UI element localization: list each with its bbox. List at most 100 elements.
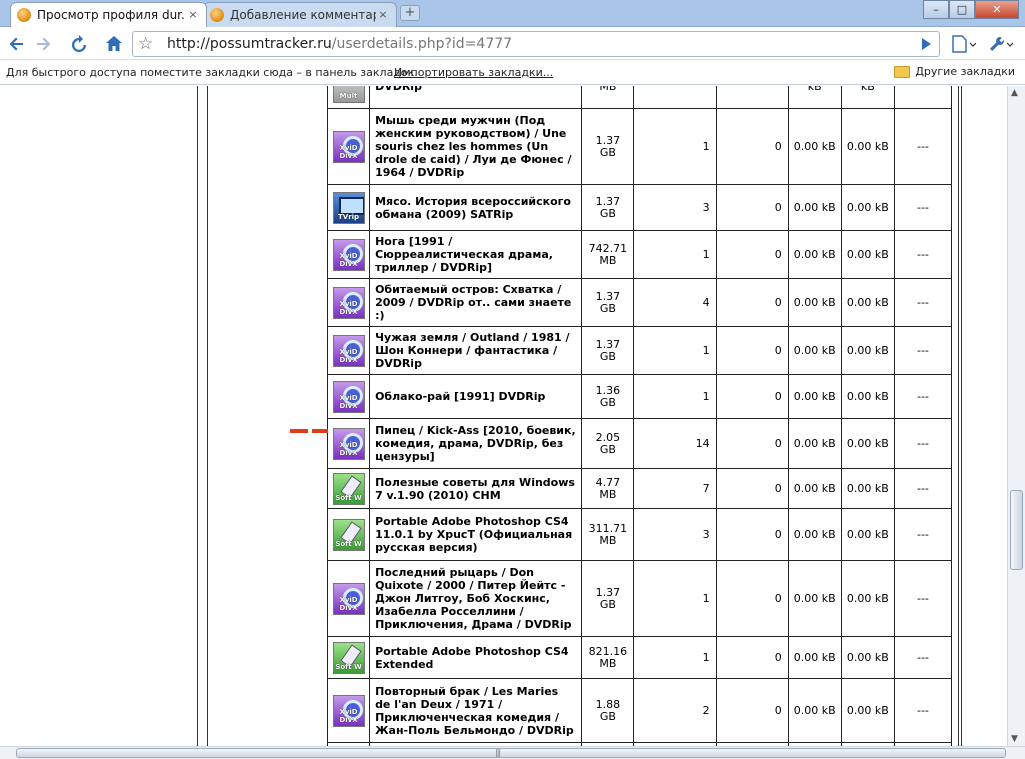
- soft-category-icon[interactable]: Soft W: [332, 518, 365, 551]
- tab-profile[interactable]: Просмотр профиля dur... ×: [10, 2, 207, 27]
- category-cell[interactable]: XviD DivX: [326, 678, 371, 743]
- wrench-icon[interactable]: [983, 31, 1017, 57]
- xvid-category-icon[interactable]: XviD DivX: [332, 427, 365, 460]
- home-icon[interactable]: [101, 31, 127, 57]
- category-cell[interactable]: XviD DivX: [326, 230, 371, 279]
- category-cell[interactable]: Soft W: [326, 636, 371, 679]
- downloaded-amount: 0.00 kB: [840, 636, 895, 679]
- mult-category-icon[interactable]: Mult: [332, 86, 365, 103]
- new-tab-button[interactable]: +: [400, 5, 420, 21]
- other-bookmarks-button[interactable]: Другие закладки: [894, 65, 1015, 78]
- torrent-size: 742.71 MB: [581, 230, 635, 279]
- category-cell[interactable]: XviD DivX: [326, 326, 371, 375]
- address-bar[interactable]: ☆ http://possumtracker.ru/userdetails.ph…: [132, 31, 940, 57]
- scroll-down-icon[interactable]: ▼: [1011, 734, 1018, 744]
- horizontal-scrollbar[interactable]: |||: [0, 746, 1025, 759]
- vertical-scrollbar[interactable]: ▲ ▼: [1007, 86, 1025, 746]
- category-cell[interactable]: XviD DivX: [326, 418, 371, 469]
- category-cell[interactable]: Mult: [326, 86, 371, 109]
- table-row: XviD DivX Повторный брак / Les Maries de …: [326, 678, 953, 743]
- ratio-value: ---: [893, 636, 953, 679]
- downloaded-amount: 0.00 kB: [840, 108, 895, 185]
- seeders-count: 14: [633, 418, 717, 469]
- xvid-category-icon[interactable]: XviD DivX: [332, 334, 365, 367]
- torrent-name-link[interactable]: Portable Adobe Photoshop CS4 Extended: [369, 636, 583, 679]
- minimize-button[interactable]: –: [923, 0, 949, 19]
- xvid-category-icon[interactable]: XviD DivX: [332, 694, 365, 727]
- torrent-name-link[interactable]: Чужая земля / Outland / 1981 / Шон Конне…: [369, 326, 583, 375]
- ratio-value: [893, 86, 953, 109]
- xvid-category-icon[interactable]: XviD DivX: [332, 238, 365, 271]
- horizontal-scroll-thumb[interactable]: [16, 748, 1006, 758]
- leechers-count: 0: [715, 418, 789, 469]
- torrent-name-link[interactable]: Мясо. История всероссийского обмана (200…: [369, 184, 583, 231]
- torrent-size: 4.77 MB: [581, 468, 635, 509]
- ratio-value: ---: [893, 560, 953, 637]
- torrent-name-link[interactable]: DVDRip: [369, 86, 583, 109]
- downloaded-amount: 0.00 kB: [840, 560, 895, 637]
- torrents-table: Mult DVDRip MB kB kB XviD DivX Мышь среди мужч…: [326, 86, 953, 746]
- soft-category-icon[interactable]: Soft W: [332, 472, 365, 505]
- torrent-name-link[interactable]: Пипец / Kick-Ass [2010, боевик, комедия,…: [369, 418, 583, 469]
- ratio-value: ---: [893, 418, 953, 469]
- torrent-size: 1.88 GB: [581, 678, 635, 743]
- torrent-name-link[interactable]: Полезные советы для Windows 7 v.1.90 (20…: [369, 468, 583, 509]
- table-row: XviD DivX Мышь среди мужчин (Под женским …: [326, 108, 953, 185]
- torrent-name-link[interactable]: Обитаемый остров: Схватка / 2009 / DVDRi…: [369, 278, 583, 327]
- reload-icon[interactable]: [66, 31, 92, 57]
- xvid-category-icon[interactable]: XviD DivX: [332, 130, 365, 163]
- downloaded-amount: 0.00 kB: [840, 326, 895, 375]
- tab-close-icon[interactable]: ×: [376, 8, 390, 22]
- scroll-up-icon[interactable]: ▲: [1011, 88, 1018, 98]
- close-window-button[interactable]: ✕: [975, 0, 1019, 19]
- torrent-name-link[interactable]: Облако-рай [1991] DVDRip: [369, 374, 583, 419]
- uploaded-amount: 0.00 kB: [787, 184, 842, 231]
- leechers-count: 0: [715, 508, 789, 561]
- xvid-category-icon[interactable]: XviD DivX: [332, 286, 365, 319]
- table-row: Soft W Полезные советы для Windows 7 v.1.…: [326, 468, 953, 509]
- tv-category-icon[interactable]: TVrip: [332, 191, 365, 224]
- category-cell[interactable]: XviD DivX: [326, 278, 371, 327]
- torrent-name-link[interactable]: Последний рыцарь / Don Quixote / 2000 / …: [369, 560, 583, 637]
- seeders-count: [633, 86, 717, 109]
- uploaded-amount: 0.00 kB: [787, 278, 842, 327]
- star-icon[interactable]: ☆: [138, 34, 153, 54]
- table-row: XviD DivX Нога [1991 / Сюрреалистическая …: [326, 230, 953, 279]
- downloaded-amount: 0.00 kB: [840, 508, 895, 561]
- category-cell[interactable]: Soft W: [326, 468, 371, 509]
- tab-close-icon[interactable]: ×: [186, 8, 200, 22]
- category-cell[interactable]: XviD DivX: [326, 374, 371, 419]
- torrent-name-link[interactable]: Мышь среди мужчин (Под женским руководст…: [369, 108, 583, 185]
- table-row: Soft W Portable Adobe Photoshop CS4 11.0.…: [326, 508, 953, 561]
- torrent-name-link[interactable]: Нога [1991 / Сюрреалистическая драма, тр…: [369, 230, 583, 279]
- maximize-button[interactable]: □: [949, 0, 975, 19]
- downloaded-amount: 0.00 kB: [840, 468, 895, 509]
- category-cell[interactable]: XviD DivX: [326, 108, 371, 185]
- downloaded-amount: kB: [840, 86, 895, 109]
- table-row: Mult DVDRip MB kB kB: [326, 86, 953, 109]
- back-arrow-icon[interactable]: [4, 31, 30, 57]
- page-menu-icon[interactable]: [946, 31, 980, 57]
- site-favicon-icon: [210, 8, 224, 22]
- xvid-category-icon[interactable]: XviD DivX: [332, 380, 365, 413]
- torrent-name-link[interactable]: Повторный брак / Les Maries de l'an Deux…: [369, 678, 583, 743]
- category-cell[interactable]: Soft W: [326, 508, 371, 561]
- other-bookmarks-label: Другие закладки: [915, 65, 1015, 78]
- go-icon[interactable]: [913, 31, 939, 57]
- torrent-name-link[interactable]: Portable Adobe Photoshop CS4 11.0.1 by X…: [369, 508, 583, 561]
- torrent-size: 1.37 GB: [581, 108, 635, 185]
- leechers-count: 0: [715, 108, 789, 185]
- vertical-scroll-thumb[interactable]: [1010, 490, 1023, 570]
- xvid-category-icon[interactable]: XviD DivX: [332, 582, 365, 615]
- category-cell[interactable]: XviD DivX: [326, 560, 371, 637]
- torrent-size: 1.37 GB: [581, 560, 635, 637]
- seeders-count: 7: [633, 468, 717, 509]
- tab-add-comment[interactable]: Добавление комментар... ×: [203, 2, 397, 27]
- soft-category-icon[interactable]: Soft W: [332, 641, 365, 674]
- import-bookmarks-link[interactable]: Импортировать закладки...: [394, 66, 553, 79]
- forward-arrow-icon[interactable]: [30, 31, 56, 57]
- category-cell[interactable]: TVrip: [326, 184, 371, 231]
- leechers-count: 0: [715, 560, 789, 637]
- tab-title: Просмотр профиля dur...: [37, 8, 186, 22]
- downloaded-amount: 0.00 kB: [840, 184, 895, 231]
